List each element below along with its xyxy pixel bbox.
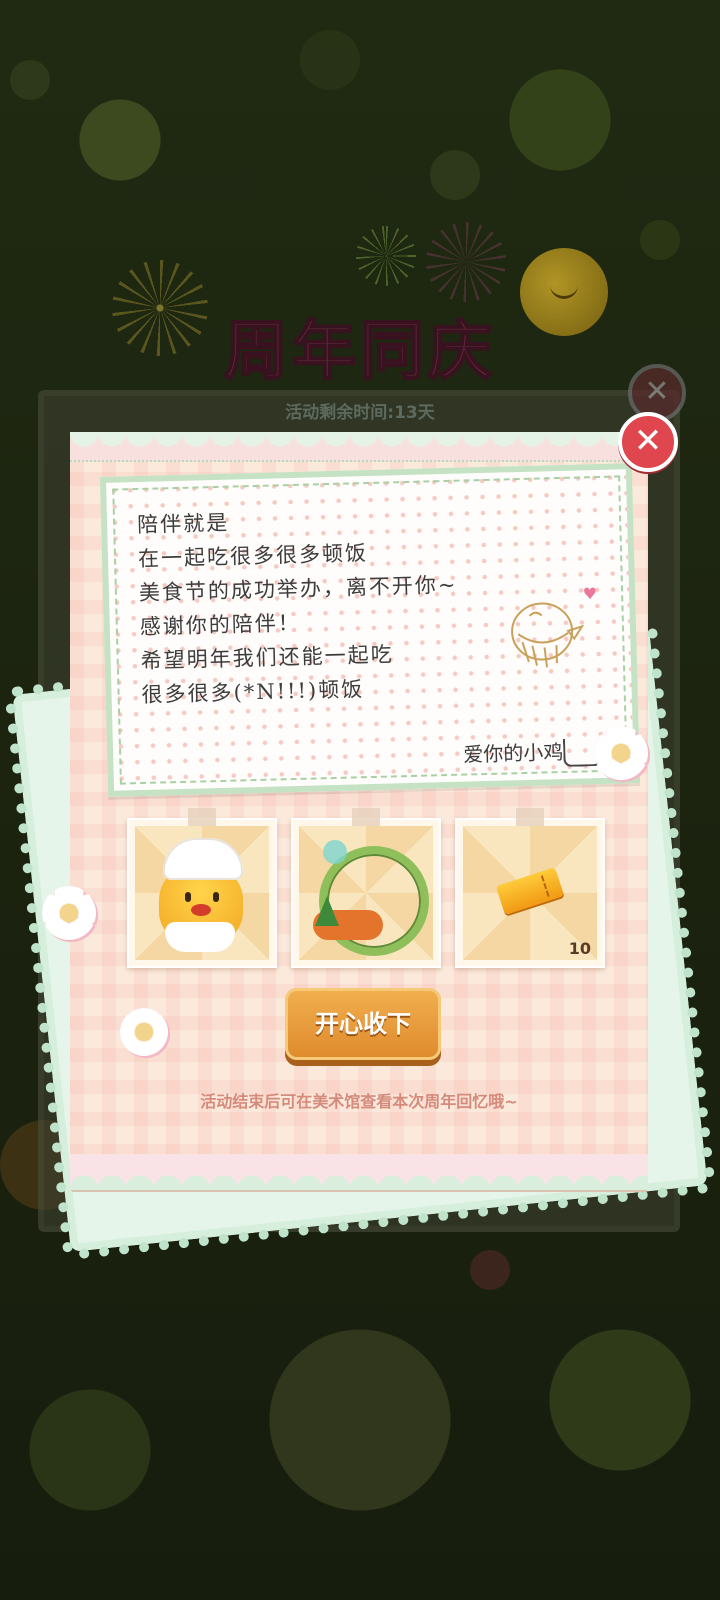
flower-icon xyxy=(120,1008,168,1056)
letter-line: 很多很多(*N!!!)顿饭 xyxy=(141,677,365,707)
card-bottom-border xyxy=(70,1154,648,1190)
chick-doodle-icon xyxy=(511,602,585,668)
flower-icon xyxy=(42,886,96,940)
letter-note: 陪伴就是 在一起吃很多很多顿饭 美食节的成功举办，离不开你~ 感谢你的陪伴！ 希… xyxy=(99,463,641,797)
reward-list: 10 xyxy=(127,808,607,968)
event-banner-title: 周年同庆 xyxy=(223,314,496,390)
firework-icon xyxy=(426,222,506,302)
accept-reward-button[interactable]: 开心收下 xyxy=(285,988,441,1060)
tape-decoration xyxy=(516,808,544,828)
firework-icon xyxy=(356,226,416,286)
event-time-remaining: 活动剩余时间:13天 xyxy=(285,403,435,423)
flower-icon xyxy=(594,726,648,780)
reward-count: 10 xyxy=(568,939,591,958)
footer-hint: 活动结束后可在美术馆查看本次周年回忆哦~ xyxy=(200,1092,518,1111)
background-decoration xyxy=(10,60,50,100)
card-top-border xyxy=(70,432,648,462)
background-decoration xyxy=(640,220,680,260)
reward-item[interactable] xyxy=(291,808,441,968)
background-decoration xyxy=(430,150,480,200)
background-decoration xyxy=(300,30,360,90)
reward-item[interactable]: 10 xyxy=(455,808,605,968)
heart-doodle-icon: ♥ xyxy=(582,584,598,604)
background-decoration xyxy=(470,1250,510,1290)
close-button[interactable]: ✕ xyxy=(618,412,678,472)
tape-decoration xyxy=(352,808,380,828)
tape-decoration xyxy=(188,808,216,828)
letter-body: 陪伴就是 在一起吃很多很多顿饭 美食节的成功举办，离不开你~ 感谢你的陪伴！ 希… xyxy=(137,500,461,712)
reward-item[interactable] xyxy=(127,808,277,968)
letter-signature: 爱你的小鸡 xyxy=(462,739,564,767)
